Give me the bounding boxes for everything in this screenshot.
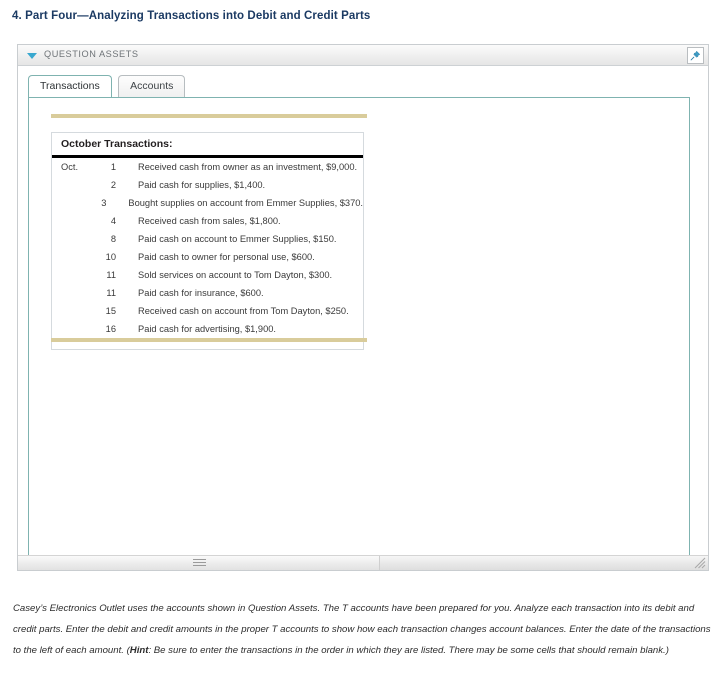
cell-day: 10 (105, 252, 116, 262)
horizontal-scrollbar[interactable] (18, 555, 708, 570)
table-row: 8 Paid cash on account to Emmer Supplies,… (52, 234, 363, 252)
tab-strip: Transactions Accounts (18, 75, 708, 97)
cell-day: 4 (110, 216, 116, 226)
cell-description: Paid cash for advertising, $1,900. (138, 324, 276, 334)
cell-day: 1 (110, 162, 116, 172)
table-body: Oct. 1 Received cash from owner as an inve… (52, 158, 363, 349)
instructions-text: Casey’s Electronics Outlet uses the acco… (13, 598, 713, 661)
cell-day: 3 (101, 198, 107, 208)
instructions-part-2: : Be sure to enter the transactions in t… (148, 645, 669, 656)
triangle-down-icon[interactable] (27, 53, 37, 59)
table-row: 11 Sold services on account to Tom Dayton… (52, 270, 363, 288)
cell-description: Paid cash on account to Emmer Supplies, … (138, 234, 337, 244)
tab-content-transactions: October Transactions: Oct. 1 Received cash… (28, 97, 690, 556)
instructions-hint-label: Hint (129, 645, 149, 656)
cell-description: Paid cash for supplies, $1,400. (138, 180, 266, 190)
question-assets-header[interactable]: QUESTION ASSETS (18, 45, 708, 66)
cell-day: 11 (106, 270, 116, 280)
tab-accounts[interactable]: Accounts (118, 75, 186, 97)
table-row: 2 Paid cash for supplies, $1,400. (52, 180, 363, 198)
table-row: 10 Paid cash to owner for personal use, $… (52, 252, 363, 270)
cell-day: 2 (110, 180, 116, 190)
divider-top (51, 114, 367, 118)
cell-description: Received cash from owner as an investmen… (138, 162, 358, 172)
table-row: 11 Paid cash for insurance, $600. (52, 288, 363, 306)
cell-day: 15 (105, 306, 116, 316)
horizontal-grip-icon[interactable] (192, 559, 206, 567)
page-title: 4. Part Four—Analyzing Transactions into… (12, 10, 371, 22)
tab-transactions[interactable]: Transactions (28, 75, 112, 97)
question-assets-label: QUESTION ASSETS (44, 49, 139, 59)
table-row: 3 Bought supplies on account from Emmer S… (52, 198, 363, 216)
cell-description: Bought supplies on account from Emmer Su… (128, 198, 363, 208)
pushpin-icon (690, 50, 701, 61)
pin-button[interactable] (687, 47, 704, 64)
cell-description: Paid cash to owner for personal use, $60… (138, 252, 315, 262)
october-transactions-table: October Transactions: Oct. 1 Received cash… (51, 132, 364, 350)
table-row: Oct. 1 Received cash from owner as an inve… (52, 162, 363, 180)
divider-bottom (51, 338, 367, 342)
active-tab-notch (29, 98, 112, 99)
cell-month: Oct. (61, 162, 79, 172)
table-row: 15 Received cash on account from Tom Dayt… (52, 306, 363, 324)
cell-day: 8 (110, 234, 116, 244)
scrollbar-thumb[interactable] (18, 556, 380, 570)
cell-day: 16 (105, 324, 116, 334)
table-caption: October Transactions: (52, 133, 363, 158)
table-row: 4 Received cash from sales, $1,800. (52, 216, 363, 234)
resize-corner-icon[interactable] (693, 556, 706, 569)
cell-description: Sold services on account to Tom Dayton, … (138, 270, 333, 280)
cell-description: Received cash from sales, $1,800. (138, 216, 281, 226)
cell-day: 11 (106, 288, 116, 298)
cell-description: Received cash on account from Tom Dayton… (138, 306, 349, 316)
question-assets-panel: QUESTION ASSETS Transactions Accounts Oc… (17, 44, 709, 571)
cell-description: Paid cash for insurance, $600. (138, 288, 264, 298)
